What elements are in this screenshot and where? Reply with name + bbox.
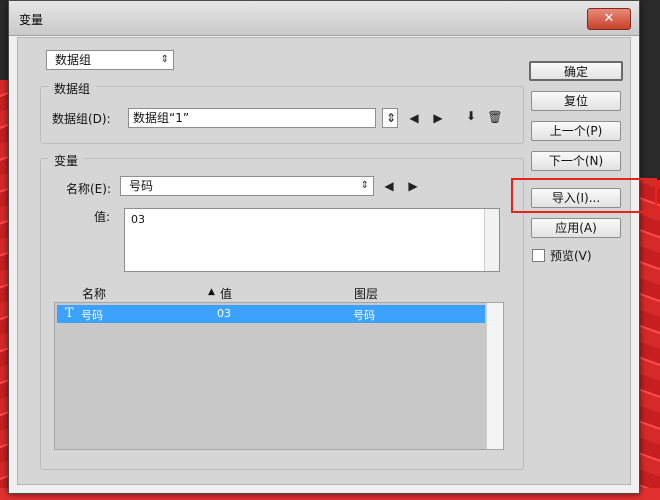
prev-button[interactable]: 上一个(P)	[531, 121, 621, 141]
dialog-content: 数据组 ⇕ 数据组 数据组(D): 数据组“1” ⇕ ◀ ▶ ⬇ 🗑 变量 名称…	[17, 37, 631, 485]
next-button[interactable]: 下一个(N)	[531, 151, 621, 171]
list-header-layer[interactable]: 图层	[354, 285, 378, 302]
close-button[interactable]: ✕	[587, 8, 631, 30]
window-title: 变量	[19, 13, 44, 27]
preview-label[interactable]: 预览(V)	[550, 247, 592, 264]
delete-icon[interactable]: 🗑	[487, 110, 503, 124]
value-scrollbar[interactable]	[484, 209, 499, 271]
updown-icon: ⇕	[360, 180, 369, 191]
variable-name-value: 号码	[129, 179, 154, 193]
import-dataset-icon[interactable]: ⬇	[462, 109, 480, 123]
variables-list[interactable]: T 号码 03 号码	[54, 302, 504, 450]
row-layer: 号码	[353, 309, 375, 322]
value-textarea-text: 03	[131, 213, 145, 226]
variable-group-title: 变量	[48, 152, 85, 169]
updown-icon: ⇕	[160, 54, 169, 65]
ok-button[interactable]: 确定	[529, 61, 623, 81]
next-dataset-arrow-icon[interactable]: ▶	[431, 111, 445, 125]
next-variable-arrow-icon[interactable]: ▶	[406, 179, 420, 193]
variable-name-label: 名称(E):	[66, 182, 111, 196]
value-label: 值:	[94, 210, 111, 224]
prev-dataset-arrow-icon[interactable]: ◀	[407, 111, 421, 125]
variables-dialog: 变量 ✕ 数据组 ⇕ 数据组 数据组(D): 数据组“1” ⇕ ◀ ▶ ⬇ 🗑 …	[8, 0, 640, 494]
dataset-group-title: 数据组	[48, 80, 97, 97]
list-row[interactable]: T 号码 03 号码	[57, 305, 485, 323]
dataset-stepper[interactable]: ⇕	[382, 108, 398, 128]
updown-icon: ⇕	[386, 111, 397, 125]
prev-variable-arrow-icon[interactable]: ◀	[382, 179, 396, 193]
dataset-label: 数据组(D):	[52, 112, 111, 126]
apply-button[interactable]: 应用(A)	[531, 218, 621, 238]
list-header-name[interactable]: 名称	[82, 285, 106, 302]
mode-select-value: 数据组	[55, 53, 92, 67]
row-value: 03	[217, 307, 231, 320]
list-scrollbar[interactable]	[486, 303, 503, 449]
reset-button[interactable]: 复位	[531, 91, 621, 111]
text-layer-icon: T	[65, 306, 74, 321]
value-textarea[interactable]: 03	[124, 208, 500, 272]
list-header-value[interactable]: 值	[220, 285, 232, 302]
row-name: 号码	[81, 309, 103, 322]
dataset-field-value: 数据组“1”	[133, 111, 190, 125]
preview-checkbox[interactable]	[532, 249, 545, 262]
variable-name-select[interactable]: 号码 ⇕	[120, 176, 374, 196]
mode-select[interactable]: 数据组 ⇕	[46, 50, 174, 70]
title-bar: 变量 ✕	[9, 1, 639, 36]
import-highlight-box	[511, 178, 657, 213]
sort-ascending-icon: ▲	[208, 287, 215, 297]
dataset-field[interactable]: 数据组“1”	[128, 108, 376, 128]
